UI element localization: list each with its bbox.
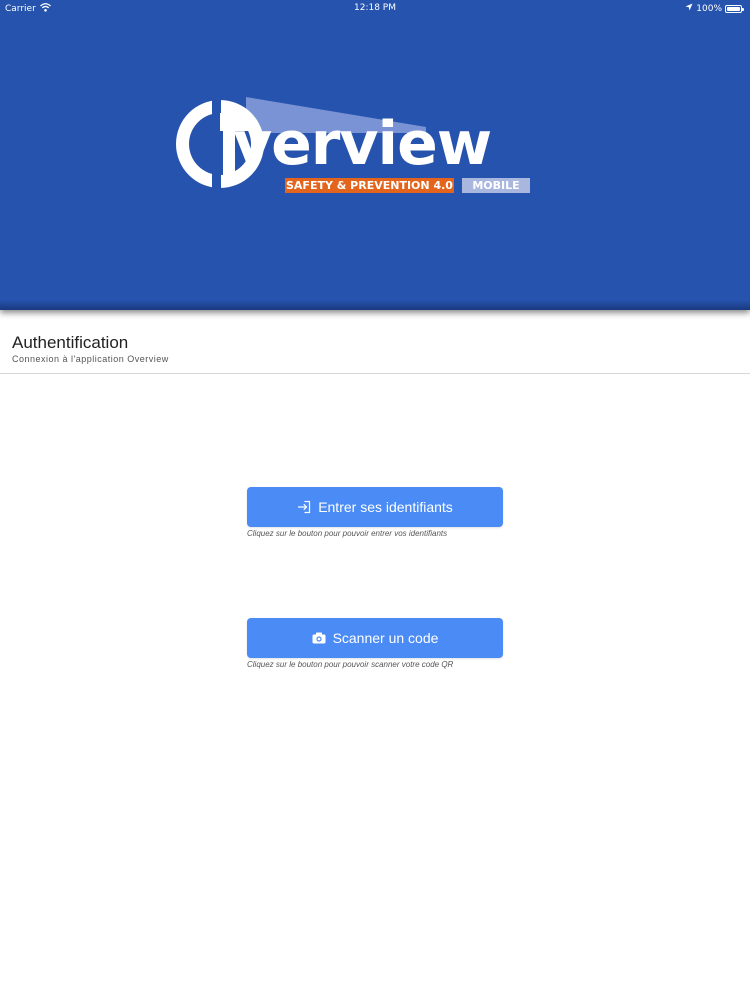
logo-wordmark: verview bbox=[233, 109, 492, 179]
logo-mobile-badge: MOBILE bbox=[462, 178, 530, 193]
page-subtitle: Connexion à l'application Overview bbox=[12, 354, 169, 364]
battery-percent: 100% bbox=[696, 3, 722, 14]
auth-header: Authentification Connexion à l'applicati… bbox=[0, 330, 750, 374]
enter-credentials-button[interactable]: Entrer ses identifiants bbox=[247, 487, 503, 527]
status-right: 100% bbox=[685, 3, 744, 14]
scan-code-button[interactable]: Scanner un code bbox=[247, 618, 503, 658]
logo-tagline: SAFETY & PREVENTION 4.0 bbox=[285, 178, 454, 193]
status-bar: Carrier 12:18 PM 100% bbox=[0, 0, 750, 16]
scan-code-help: Cliquez sur le bouton pour pouvoir scann… bbox=[247, 660, 454, 669]
header-banner: Carrier 12:18 PM 100% verview SAFETY & P… bbox=[0, 0, 750, 310]
battery-icon bbox=[725, 4, 744, 13]
enter-credentials-label: Entrer ses identifiants bbox=[318, 499, 453, 515]
overview-logo: verview SAFETY & PREVENTION 4.0 MOBILE bbox=[168, 92, 548, 202]
location-icon bbox=[685, 3, 693, 14]
camera-icon bbox=[312, 631, 326, 645]
scan-action: Scanner un code Cliquez sur le bouton po… bbox=[247, 618, 503, 669]
status-time: 12:18 PM bbox=[354, 3, 396, 13]
login-action: Entrer ses identifiants Cliquez sur le b… bbox=[247, 487, 503, 538]
enter-credentials-help: Cliquez sur le bouton pour pouvoir entre… bbox=[247, 529, 448, 538]
sign-in-icon bbox=[297, 500, 311, 514]
page-title: Authentification bbox=[12, 333, 129, 352]
scan-code-label: Scanner un code bbox=[332, 630, 439, 646]
